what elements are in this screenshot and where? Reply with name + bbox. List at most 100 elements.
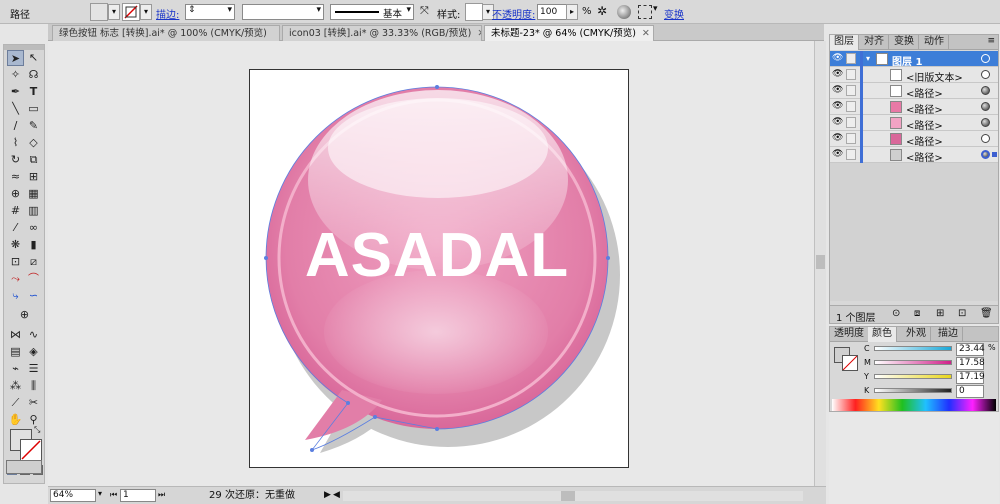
trash-icon[interactable]: 🗑 [980,308,993,319]
expand-arrow-icon[interactable]: ▾ [866,54,870,63]
layer-name[interactable]: <旧版文本> [906,69,963,84]
opacity-field[interactable]: 100 [537,4,567,20]
layer-row[interactable]: 👁 <路径> [830,115,998,132]
transform-grid-icon[interactable] [638,5,652,19]
column-graph-icon[interactable]: ▮ [25,237,42,253]
variable-width-field[interactable]: ▾ [242,4,324,20]
blend-icon[interactable]: ∞ [25,220,42,236]
target-icon[interactable] [981,54,990,63]
last-page-icon[interactable]: ⏭ [158,490,165,500]
tab-transform[interactable]: 变换 [890,35,919,50]
eye-icon[interactable]: 👁 [832,150,843,159]
transform-link[interactable]: 变换 [664,6,684,21]
layer-name[interactable]: <路径> [906,149,943,164]
graphic-style-swatch[interactable] [465,3,483,21]
doc-tab[interactable]: icon03 [转换].ai* @ 33.33% (RGB/预览) ✕ [282,25,482,41]
close-icon[interactable]: ✕ [642,28,650,39]
selection-tool-icon[interactable]: ➤ [7,50,24,66]
symbol-sprayer-icon[interactable]: ❋ [7,237,24,253]
crosshair-icon[interactable]: ⊕ [16,307,33,323]
stroke-weight-field[interactable]: ▾ ⇕ [185,4,235,20]
target-icon[interactable] [981,134,990,143]
tab-layers[interactable]: 图层 [830,35,859,50]
scale-icon[interactable]: ⧉ [25,152,42,168]
channel-slider[interactable] [874,346,952,351]
channel-value[interactable]: 23.44 [956,343,985,356]
eyedropper-icon[interactable]: ⁄ [7,220,24,236]
new-layer-icon[interactable]: ⊡ [958,308,966,319]
tab-appearance[interactable]: 外观 [902,327,931,342]
artboard[interactable]: ASADAL [249,69,629,468]
chart-tool-icon[interactable]: ▤ [7,344,24,360]
layer-row[interactable]: 👁 ▾ 图层 1 [830,51,998,68]
doc-tab[interactable]: 绿色按钮 标志 [转换].ai* @ 100% (CMYK/预览) [52,25,280,41]
eye-icon[interactable]: 👁 [832,70,843,79]
artwork-svg[interactable]: ASADAL [250,70,630,469]
horizontal-scrollbar[interactable] [343,491,803,501]
scroll-left-arrow[interactable]: ◀ [333,490,340,500]
layer-row[interactable]: 👁 <路径> [830,131,998,148]
target-icon[interactable] [981,86,990,95]
hand-icon[interactable]: ✋ [7,412,24,428]
measure-icon[interactable]: ⁂ [7,378,24,394]
first-page-icon[interactable]: ⏮ [110,490,117,500]
knife-icon[interactable]: ⟋ [7,395,24,411]
free-transform-icon[interactable]: ⊞ [25,169,42,185]
transform-dropdown[interactable]: ▾ [653,4,658,14]
channel-slider[interactable] [874,388,952,393]
selection-indicator[interactable] [992,152,997,157]
channel-slider[interactable] [874,360,952,365]
envelope-icon[interactable]: ⋈ [7,327,24,343]
layer-row[interactable]: 👁 <路径> [830,83,998,100]
shape-builder-icon[interactable]: ⊕ [7,186,24,202]
target-icon[interactable] [981,150,990,159]
channel-value[interactable]: 0 [956,385,984,398]
stroke-swatch[interactable] [842,355,858,371]
blob-brush-icon[interactable]: ⌇ [7,135,24,151]
layer-name[interactable]: <路径> [906,101,943,116]
make-clipping-mask-icon[interactable]: ⧈ [914,308,920,319]
close-icon[interactable]: ✕ [477,28,481,39]
perspective-grid-icon[interactable]: ▦ [25,186,42,202]
scissors-icon[interactable]: ✂ [25,395,42,411]
color-spectrum-bar[interactable] [832,399,996,411]
panel-menu-icon[interactable]: ≡ [987,36,995,46]
bar-graph-icon[interactable]: ⫼ [25,378,42,394]
zoom-field[interactable]: 64% [50,489,96,502]
slice-icon[interactable]: ⧄ [25,254,42,270]
lock-toggle[interactable] [846,85,856,96]
layer-name[interactable]: <路径> [906,85,943,100]
lock-toggle[interactable] [846,149,856,160]
locate-object-icon[interactable]: ⊙ [892,308,900,319]
fill-dropdown[interactable]: ▾ [108,4,120,20]
channel-slider[interactable] [874,374,952,379]
stroke-dropdown[interactable]: ▾ [140,4,152,20]
lock-toggle[interactable] [846,53,856,64]
brush-definition-field[interactable]: 基本 ▾ [330,4,414,20]
scroll-thumb[interactable] [816,255,825,269]
lock-toggle[interactable] [846,101,856,112]
eye-icon[interactable]: 👁 [832,86,843,95]
lasso-icon[interactable]: ☊ [25,67,42,83]
curvature-icon[interactable]: ⌒ [25,271,42,287]
stroke-label[interactable]: 描边: [156,6,179,21]
pencil-icon[interactable]: ✎ [25,118,42,134]
paintbrush-icon[interactable]: ∕ [7,118,24,134]
smooth-icon[interactable]: ∽ [25,288,42,304]
target-icon[interactable] [981,118,990,127]
type-icon[interactable]: T [25,84,42,100]
globe-icon[interactable] [617,5,631,19]
align-stroke-icon[interactable]: ⤧ [420,5,432,17]
new-sublayer-icon[interactable]: ⊞ [936,308,944,319]
gradient-icon[interactable]: ▥ [25,203,42,219]
recolor-artwork-icon[interactable]: ✲ [592,4,612,20]
opacity-dropdown[interactable]: ▸ [566,4,578,20]
magic-wand-icon[interactable]: ✧ [7,67,24,83]
artwork-text[interactable]: ASADAL [305,221,569,290]
target-icon[interactable] [981,70,990,79]
eye-icon[interactable]: 👁 [832,134,843,143]
pen-icon[interactable]: ✒ [7,84,24,100]
eye-icon[interactable]: 👁 [832,54,843,63]
eraser-icon[interactable]: ◇ [25,135,42,151]
zoom-dropdown[interactable]: ▾ [98,489,102,498]
